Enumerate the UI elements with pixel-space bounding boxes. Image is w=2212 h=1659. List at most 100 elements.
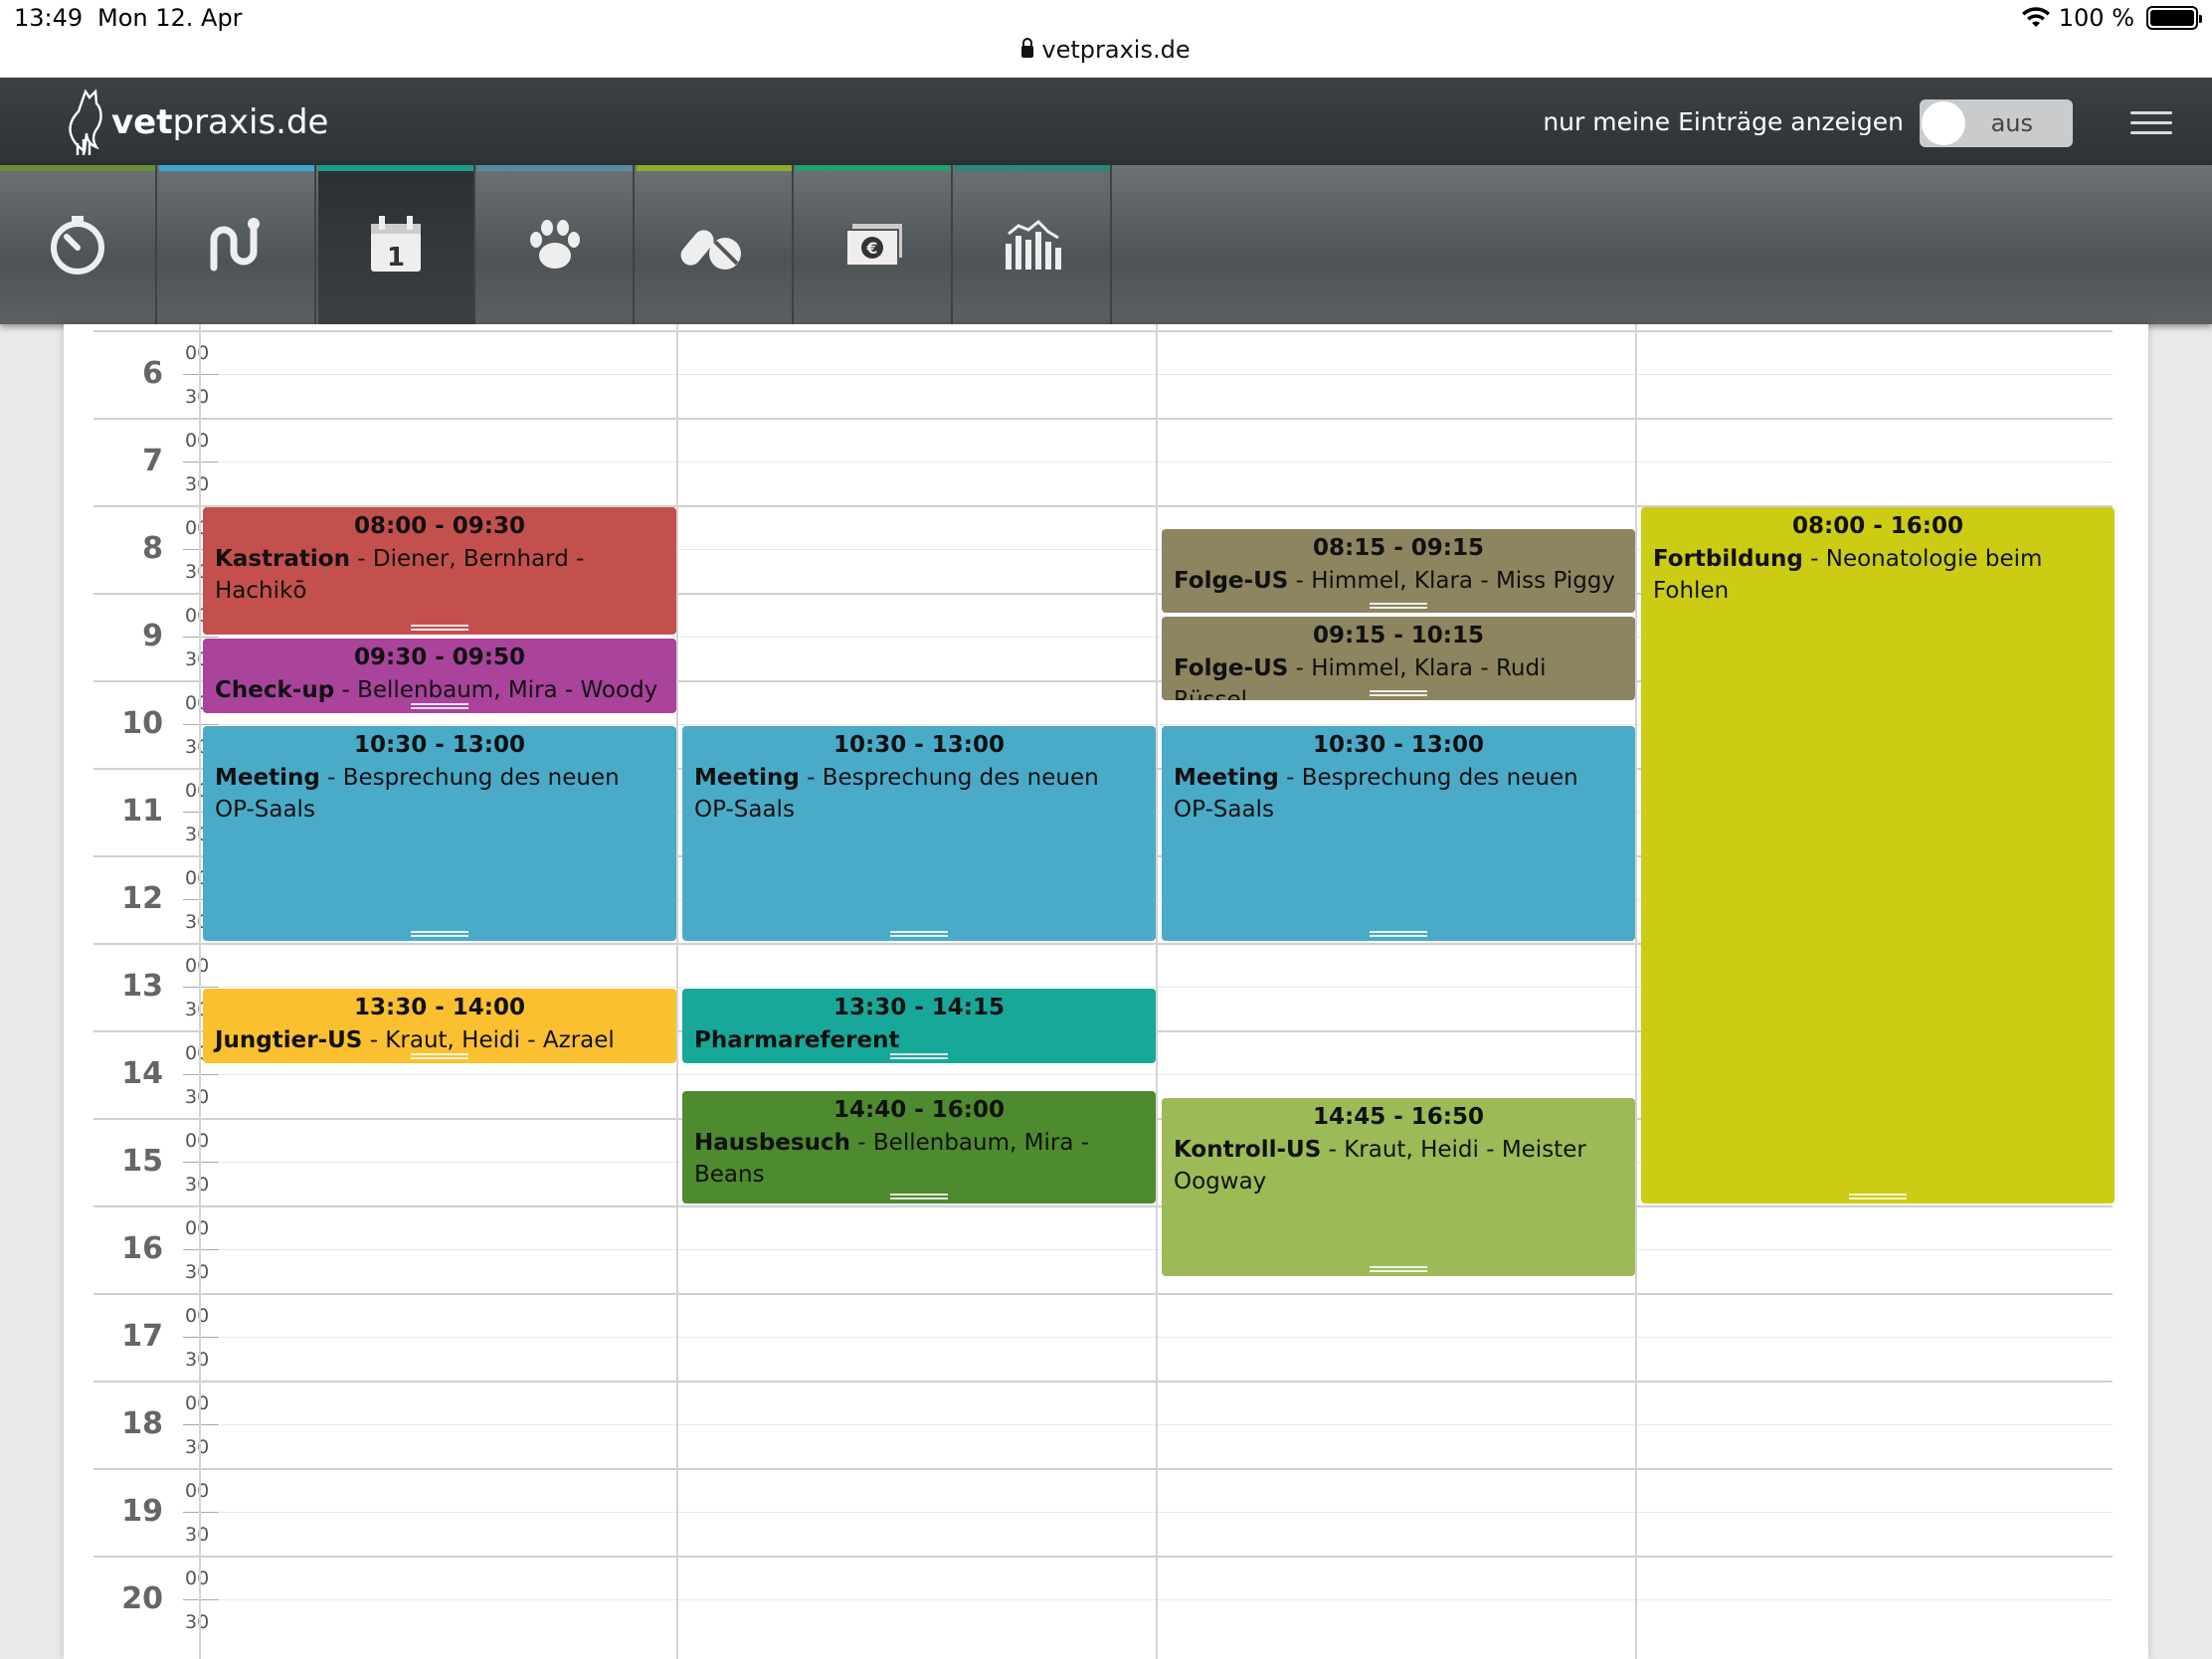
event-title: Kastration [215, 546, 350, 572]
resize-handle[interactable] [1370, 1266, 1427, 1273]
resize-handle[interactable] [890, 1053, 948, 1060]
tool-billing[interactable]: € [796, 165, 953, 324]
resize-handle[interactable] [1370, 931, 1427, 937]
half-hour-line [221, 461, 2113, 462]
half-hour-line [221, 1337, 2113, 1338]
minute-label-30: 30 [185, 1611, 210, 1633]
event-description: Meeting - Besprechung des neuen OP-Saals [694, 762, 1144, 826]
event-detail: - Kraut, Heidi - Azrael [362, 1027, 615, 1053]
event-title: Kontroll-US [1174, 1137, 1322, 1163]
minute-label-00: 00 [185, 1392, 210, 1414]
minute-label-30: 30 [185, 473, 210, 495]
calendar-event[interactable]: 13:30 - 14:15 Pharmareferent [682, 989, 1156, 1064]
lock-icon [1021, 38, 1034, 58]
event-title: Fortbildung [1653, 546, 1803, 572]
calendar-event[interactable]: 10:30 - 13:00 Meeting - Besprechung des n… [203, 726, 676, 941]
minute-label-00: 00 [185, 342, 210, 364]
event-time: 10:30 - 13:00 [354, 732, 525, 758]
resize-handle[interactable] [411, 931, 468, 937]
url-bar[interactable]: vetpraxis.de [0, 36, 2212, 64]
minute-label-00: 00 [185, 1217, 210, 1239]
resize-handle[interactable] [890, 931, 948, 937]
tool-accent [796, 165, 951, 171]
resize-handle[interactable] [411, 625, 468, 631]
event-title: Meeting [694, 765, 800, 791]
battery-icon [2146, 6, 2202, 30]
calendar-event[interactable]: 14:45 - 16:50 Kontroll-US - Kraut, Heidi … [1162, 1098, 1635, 1277]
calendar-event[interactable]: 14:40 - 16:00 Hausbesuch - Bellenbaum, Mi… [682, 1090, 1156, 1203]
calendar-event[interactable]: 13:30 - 14:00 Jungtier-US - Kraut, Heidi … [203, 989, 676, 1064]
hour-row: 7 00 30 [93, 418, 2113, 505]
hour-label: 14 [121, 1056, 163, 1091]
resize-handle[interactable] [411, 1053, 468, 1060]
event-title: Folge-US [1174, 568, 1289, 594]
calendar-day-view: 6 00 30 7 00 30 8 00 30 9 00 30 10 00 30 11 00 30 12 00 30 13… [64, 324, 2148, 1659]
hour-label: 8 [142, 531, 163, 566]
stopwatch-icon [51, 216, 104, 275]
column-divider [199, 324, 201, 1659]
route-icon [210, 218, 260, 272]
wifi-icon [2021, 7, 2050, 27]
tool-accent [477, 165, 633, 171]
tool-medication[interactable] [637, 165, 794, 324]
my-entries-toggle[interactable]: aus [1920, 99, 2073, 147]
half-hour-line [221, 1599, 2113, 1600]
minute-label-30: 30 [185, 1086, 210, 1108]
event-time: 14:40 - 16:00 [833, 1096, 1005, 1123]
minute-label-30: 30 [185, 1436, 210, 1458]
hour-label: 6 [142, 356, 163, 391]
logo-text: vetpraxis.de [111, 102, 329, 142]
calendar-event[interactable]: 08:00 - 16:00 Fortbildung - Neonatologie … [1641, 507, 2115, 1203]
resize-handle[interactable] [1849, 1194, 1907, 1199]
calendar-icon: 1 [371, 216, 421, 273]
resize-handle[interactable] [1370, 690, 1427, 696]
half-hour-line [221, 1424, 2113, 1425]
hour-row: 20 00 30 [93, 1556, 2113, 1643]
minute-tick [183, 724, 219, 725]
svg-text:1: 1 [387, 243, 405, 273]
tool-accent [0, 165, 155, 171]
money-icon: € [845, 224, 902, 267]
calendar-event[interactable]: 09:15 - 10:15 Folge-US - Himmel, Klara - … [1162, 617, 1635, 700]
chart-icon [1006, 219, 1061, 270]
event-description: Kontroll-US - Kraut, Heidi - Meister Oog… [1174, 1134, 1623, 1198]
resize-handle[interactable] [1370, 603, 1427, 609]
tool-patients[interactable] [477, 165, 635, 324]
event-time: 09:30 - 09:50 [354, 645, 525, 670]
event-description: Meeting - Besprechung des neuen OP-Saals [215, 762, 664, 826]
event-detail: - Himmel, Klara - Miss Piggy [1288, 568, 1616, 594]
calendar-event[interactable]: 10:30 - 13:00 Meeting - Besprechung des n… [1162, 726, 1635, 941]
event-time: 08:15 - 09:15 [1313, 535, 1484, 561]
minute-tick [183, 1162, 219, 1163]
hour-row: 18 00 30 [93, 1381, 2113, 1468]
filter-label: nur meine Einträge anzeigen [1543, 107, 1904, 136]
pills-icon [680, 230, 741, 270]
menu-icon[interactable] [2130, 111, 2172, 135]
vetpraxis-logo[interactable]: vetpraxis.de [64, 86, 328, 159]
calendar-event[interactable]: 09:30 - 09:50 Check-up - Bellenbaum, Mira… [203, 639, 676, 714]
calendar-event[interactable]: 08:15 - 09:15 Folge-US - Himmel, Klara - … [1162, 529, 1635, 613]
tool-calendar[interactable]: 1 [318, 165, 475, 324]
minute-label-30: 30 [185, 1349, 210, 1371]
event-description: Kastration - Diener, Bernhard - Hachikō [215, 543, 664, 607]
minute-label-30: 30 [185, 1261, 210, 1283]
calendar-event[interactable]: 10:30 - 13:00 Meeting - Besprechung des n… [682, 726, 1156, 941]
hour-label: 7 [142, 444, 163, 478]
tool-timer[interactable] [0, 165, 157, 324]
hour-label: 11 [121, 794, 163, 829]
resize-handle[interactable] [411, 703, 468, 710]
tool-route[interactable] [159, 165, 316, 324]
minute-tick [183, 461, 219, 462]
minute-label-30: 30 [185, 386, 210, 408]
calendar-event[interactable]: 08:00 - 09:30 Kastration - Diener, Bernha… [203, 507, 676, 635]
event-title: Folge-US [1174, 655, 1289, 681]
event-title: Hausbesuch [694, 1129, 850, 1156]
event-time: 13:30 - 14:00 [354, 995, 525, 1020]
minute-label-00: 00 [185, 1567, 210, 1589]
resize-handle[interactable] [890, 1193, 948, 1199]
tool-statistics[interactable] [955, 165, 1112, 324]
event-time: 10:30 - 13:00 [833, 732, 1005, 758]
hour-label: 10 [121, 706, 163, 741]
minute-tick [183, 1512, 219, 1513]
minute-label-30: 30 [185, 1524, 210, 1546]
